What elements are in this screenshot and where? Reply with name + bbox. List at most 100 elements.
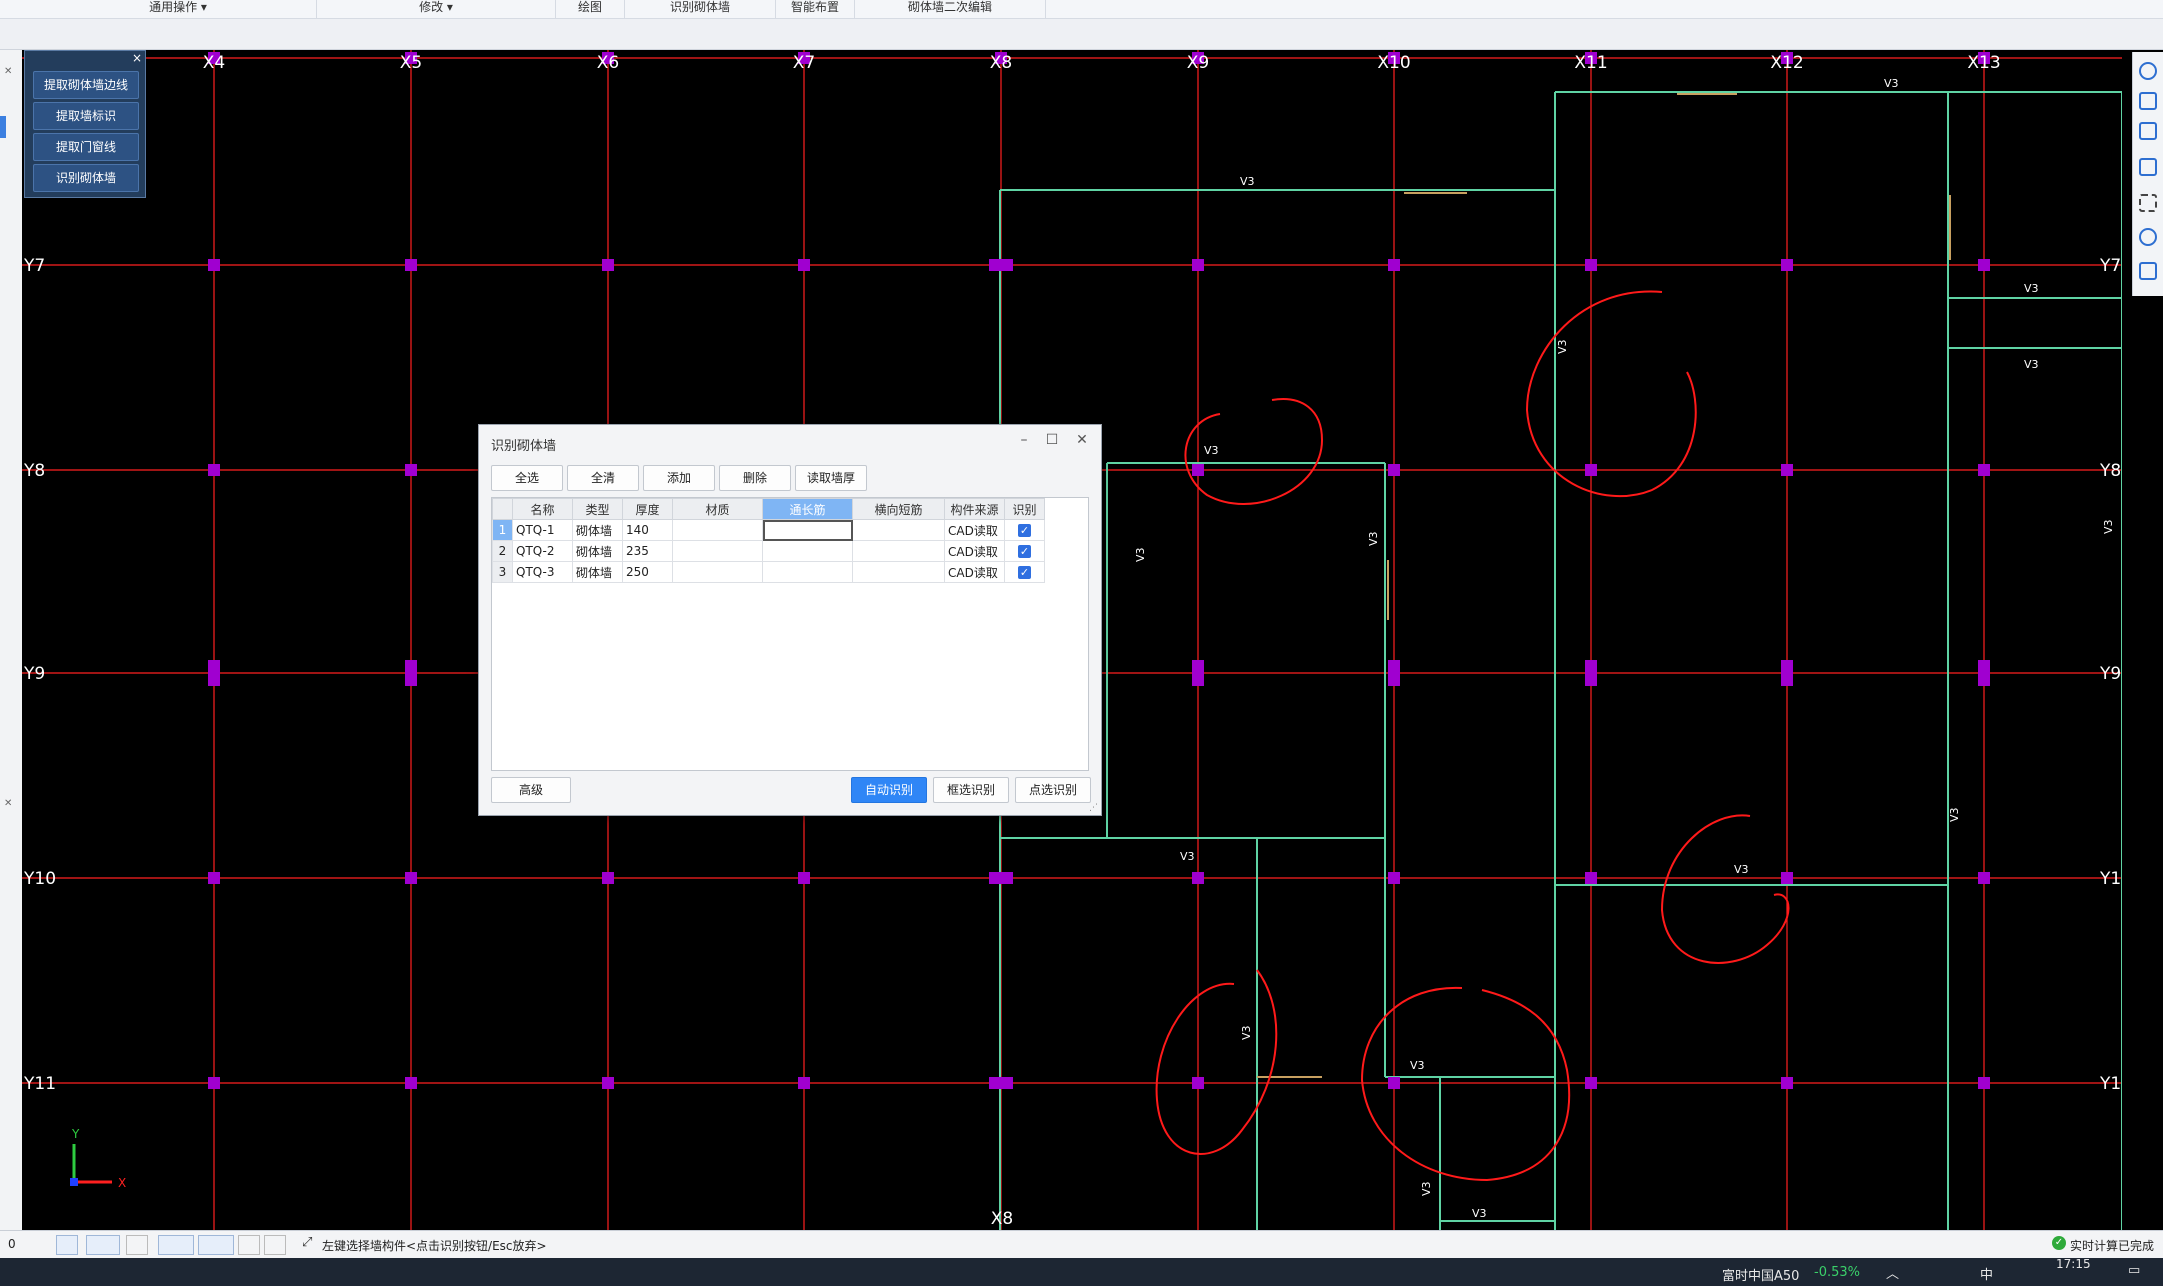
notification-icon[interactable]: ▭ [2128,1263,2140,1278]
col-header-name[interactable]: 名称 [512,498,573,520]
delete-button[interactable]: 删除 [719,465,791,491]
advanced-button[interactable]: 高级 [491,777,571,803]
ribbon-group-common[interactable]: 通用操作 ▾ [40,0,317,18]
cell-material[interactable] [672,561,763,583]
wall-table[interactable]: 名称 类型 厚度 材质 通长筋 横向短筋 构件来源 识别 1 QTQ-1 砌体墙… [491,497,1089,771]
column [1192,660,1204,686]
cell-thickness[interactable]: 235 [622,540,673,562]
layer-toggle-icon[interactable] [238,1235,260,1255]
ribbon-group-recognize-wall[interactable]: 识别砌体墙 [625,0,776,18]
cell-type[interactable]: 砌体墙 [572,561,623,583]
box-recognize-button[interactable]: 框选识别 [933,777,1009,803]
cell-long-bar[interactable] [762,540,853,562]
ribbon-group-label: 绘图 [577,0,602,14]
auto-recognize-button[interactable]: 自动识别 [851,777,927,803]
col-header-thickness[interactable]: 厚度 [622,498,673,520]
wall-tag-text: V3 [2024,358,2039,371]
line-toggle-icon[interactable] [198,1235,234,1255]
cell-material[interactable] [672,540,763,562]
col-header-material[interactable]: 材质 [672,498,763,520]
column [989,259,1013,271]
ribbon-group-draw[interactable]: 绘图 [556,0,625,18]
col-header-recognize[interactable]: 识别 [1004,498,1045,520]
cube-filled-icon[interactable] [2139,158,2157,176]
col-header-long-bar[interactable]: 通长筋 [762,498,853,520]
cell-type[interactable]: 砌体墙 [572,519,623,541]
col-header-short-bar[interactable]: 横向短筋 [852,498,945,520]
minimize-icon[interactable]: – [1015,431,1033,449]
cell-thickness[interactable]: 140 [622,519,673,541]
zoom-extents-icon[interactable] [2139,194,2157,212]
ribbon-group-label: 智能布置 [790,0,839,14]
left-strip-close-icon[interactable]: ✕ [4,798,12,809]
column [798,259,810,271]
recognize-checkbox[interactable]: ✓ [1018,545,1031,558]
cell-thickness[interactable]: 250 [622,561,673,583]
arc-toggle-icon[interactable] [264,1235,286,1255]
ucs-x-label: X [118,1176,126,1190]
wall-tag-text: V3 [1884,77,1899,90]
table-row[interactable]: 2 QTQ-2 砌体墙 235 CAD读取 ✓ [492,540,1045,562]
cell-recognize[interactable]: ✓ [1004,519,1045,541]
left-strip-close-icon[interactable]: ✕ [4,66,12,77]
maximize-icon[interactable]: ☐ [1043,431,1061,449]
cell-name[interactable]: QTQ-3 [512,561,573,583]
cell-short-bar[interactable] [852,561,945,583]
stock-name[interactable]: 富时中国A50 [1722,1265,1799,1284]
cross-toggle-icon[interactable] [126,1235,148,1255]
col-header-type[interactable]: 类型 [572,498,623,520]
properties-icon[interactable] [2139,262,2157,280]
cell-long-bar[interactable] [762,561,853,583]
col-header-source[interactable]: 构件来源 [944,498,1005,520]
clear-all-button[interactable]: 全清 [567,465,639,491]
y-axis-label: Y7 [23,256,45,276]
ime-indicator[interactable]: 中 [1980,1264,1993,1283]
cell-name[interactable]: QTQ-1 [512,519,573,541]
cell-long-bar[interactable] [762,519,853,541]
cell-type[interactable]: 砌体墙 [572,540,623,562]
column [1585,660,1597,686]
snap-toggle-icon[interactable] [86,1235,120,1255]
close-icon[interactable]: ✕ [1073,431,1091,449]
cell-recognize[interactable]: ✓ [1004,540,1045,562]
recognize-checkbox[interactable]: ✓ [1018,524,1031,537]
cell-short-bar[interactable] [852,519,945,541]
view-3d-icon[interactable] [2139,92,2157,110]
ribbon-group-secondary-edit[interactable]: 砌体墙二次编辑 [855,0,1046,18]
cube-icon[interactable] [2139,122,2157,140]
cell-short-bar[interactable] [852,540,945,562]
cell-name[interactable]: QTQ-2 [512,540,573,562]
table-header-row: 名称 类型 厚度 材质 通长筋 横向短筋 构件来源 识别 [492,498,1045,520]
cell-material[interactable] [672,519,763,541]
angle-toggle-icon[interactable] [158,1235,194,1255]
extract-wall-label-button[interactable]: 提取墙标识 [33,102,139,130]
recognize-checkbox[interactable]: ✓ [1018,566,1031,579]
read-thickness-button[interactable]: 读取墙厚 [795,465,867,491]
table-row[interactable]: 3 QTQ-3 砌体墙 250 CAD读取 ✓ [492,561,1045,583]
x-axis-label: X13 [1967,53,2000,73]
cell-recognize[interactable]: ✓ [1004,561,1045,583]
select-all-button[interactable]: 全选 [491,465,563,491]
ribbon-group-smart-layout[interactable]: 智能布置 [776,0,855,18]
add-button[interactable]: 添加 [643,465,715,491]
panel-close-icon[interactable]: × [132,51,142,65]
column [1978,872,1990,884]
column [1978,1077,1990,1089]
point-recognize-button[interactable]: 点选识别 [1015,777,1091,803]
tray-chevron-icon[interactable]: ︿ [1886,1263,1899,1282]
settings-icon[interactable] [2139,228,2157,246]
column [1585,1077,1597,1089]
extract-door-window-button[interactable]: 提取门窗线 [33,133,139,161]
y-axis-label: Y9 [23,664,45,684]
column [1978,259,1990,271]
ribbon-group-modify[interactable]: 修改 ▾ [317,0,556,18]
extract-wall-edge-button[interactable]: 提取砌体墙边线 [33,71,139,99]
clock-time[interactable]: 17:15 [2056,1257,2091,1271]
table-row[interactable]: 1 QTQ-1 砌体墙 140 CAD读取 ✓ [492,519,1045,541]
recognize-wall-button[interactable]: 识别砌体墙 [33,164,139,192]
status-value: 0 [8,1237,16,1251]
resize-grip-icon[interactable]: ⋰ [1089,803,1098,813]
orbit-icon[interactable] [2139,62,2157,80]
ortho-toggle-icon[interactable] [56,1235,78,1255]
column [1388,1077,1400,1089]
